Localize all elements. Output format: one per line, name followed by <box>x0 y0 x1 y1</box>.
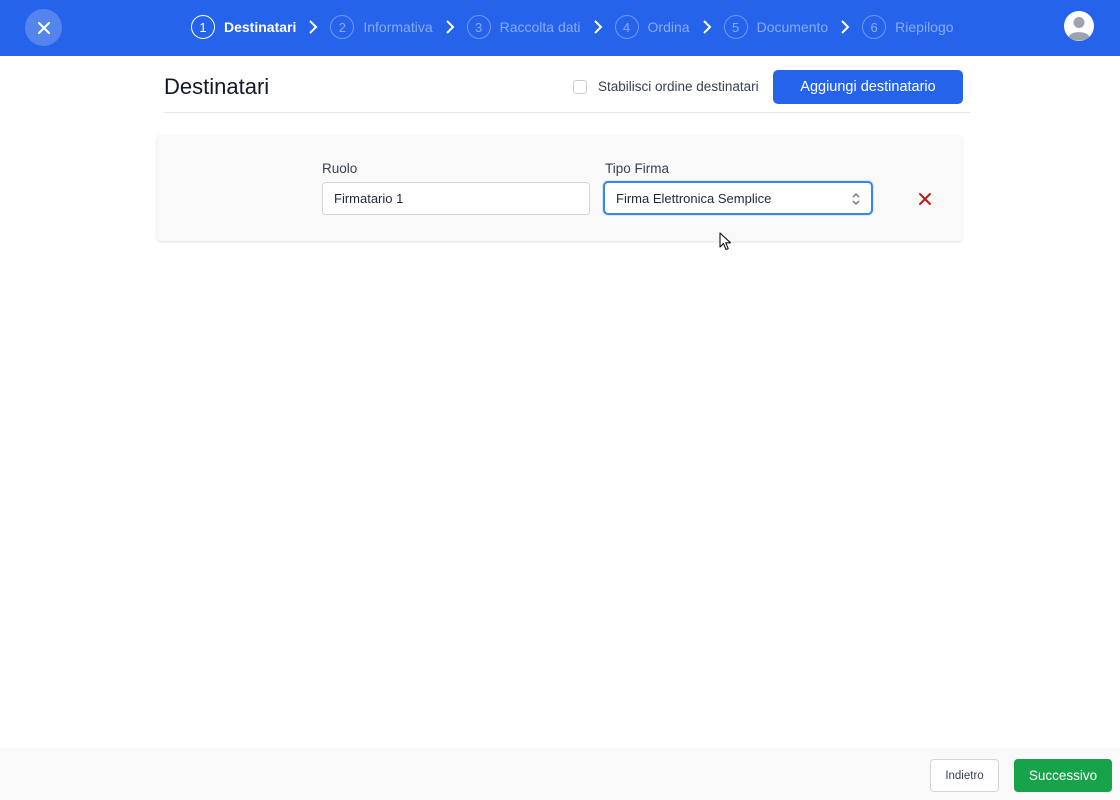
step-documento[interactable]: 5 Documento <box>723 15 829 39</box>
step-number: 6 <box>862 15 887 39</box>
remove-recipient-button[interactable] <box>917 191 933 207</box>
chevron-right-icon <box>433 15 467 39</box>
step-number: 5 <box>723 15 748 39</box>
step-destinatari[interactable]: 1 Destinatari <box>191 15 296 39</box>
close-icon <box>919 193 931 205</box>
step-label: Documento <box>756 19 829 35</box>
chevron-right-icon <box>581 15 615 39</box>
title-divider <box>164 112 970 113</box>
step-label: Raccolta dati <box>499 19 581 35</box>
step-label: Destinatari <box>224 19 297 35</box>
step-number: 2 <box>330 15 355 39</box>
chevron-right-icon <box>690 15 724 39</box>
close-wizard-button[interactable] <box>25 9 62 46</box>
back-button[interactable]: Indietro <box>930 759 999 792</box>
step-raccolta-dati[interactable]: 3 Raccolta dati <box>466 15 581 39</box>
select-arrows-icon <box>852 193 860 205</box>
mouse-cursor-icon <box>719 232 732 251</box>
close-icon <box>37 21 50 34</box>
user-avatar-icon[interactable] <box>1064 11 1094 41</box>
chevron-right-icon <box>828 15 862 39</box>
wizard-stepper: 1 Destinatari 2 Informativa 3 Raccolta d… <box>191 14 954 40</box>
top-bar: 1 Destinatari 2 Informativa 3 Raccolta d… <box>0 0 1120 56</box>
chevron-right-icon <box>296 15 330 39</box>
step-label: Informativa <box>363 19 433 35</box>
step-label: Ordina <box>647 19 690 35</box>
role-label: Ruolo <box>322 161 358 176</box>
step-number: 4 <box>614 15 639 39</box>
step-ordina[interactable]: 4 Ordina <box>614 15 690 39</box>
role-input[interactable]: Firmatario 1 <box>322 182 590 215</box>
step-label: Riepilogo <box>895 19 954 35</box>
next-button[interactable]: Successivo <box>1014 759 1112 792</box>
signature-type-select[interactable]: Firma Elettronica Semplice <box>603 181 873 215</box>
order-recipients-label[interactable]: Stabilisci ordine destinatari <box>598 79 759 94</box>
step-number: 3 <box>466 15 491 39</box>
add-recipient-button[interactable]: Aggiungi destinatario <box>773 70 963 104</box>
order-recipients-checkbox[interactable] <box>573 80 587 94</box>
step-riepilogo[interactable]: 6 Riepilogo <box>862 15 954 39</box>
step-number: 1 <box>191 15 215 39</box>
signature-type-value: Firma Elettronica Semplice <box>616 190 772 206</box>
signature-type-label: Tipo Firma <box>605 161 670 176</box>
step-informativa[interactable]: 2 Informativa <box>330 15 433 39</box>
page-title: Destinatari <box>164 74 270 99</box>
